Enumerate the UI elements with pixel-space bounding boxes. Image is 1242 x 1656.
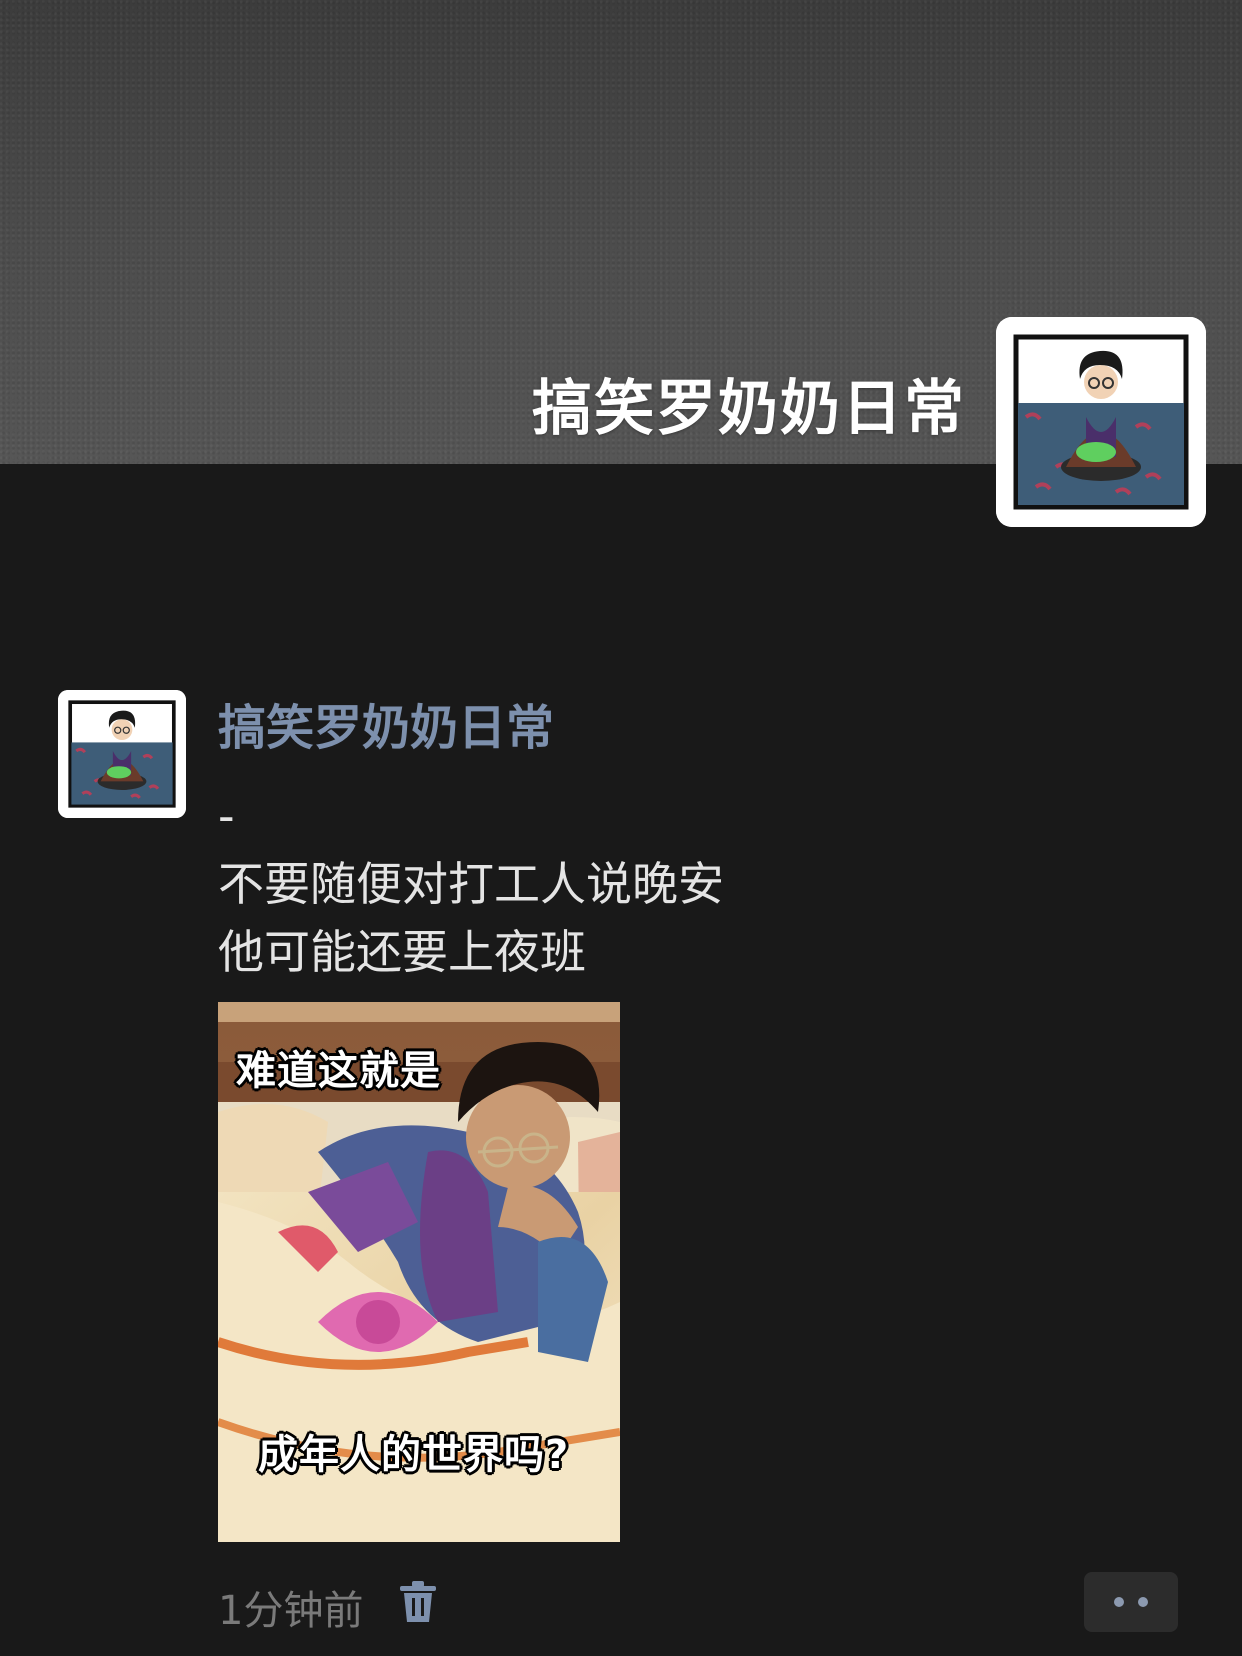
dot <box>1114 1597 1124 1607</box>
profile-name: 搞笑罗奶奶日常 <box>532 374 966 444</box>
more-dots-icon[interactable] <box>1084 1572 1178 1632</box>
image-caption-bottom: 成年人的世界吗? <box>258 1432 570 1478</box>
post-author-avatar[interactable] <box>58 690 186 818</box>
dot <box>1138 1597 1148 1607</box>
post-text: - 不要随便对打工人说晚安 他可能还要上夜班 <box>218 789 724 979</box>
post-timestamp: 1分钟前 <box>218 1588 364 1634</box>
image-caption-top: 难道这就是 <box>236 1048 441 1094</box>
post-image[interactable]: 难道这就是 成年人的世界吗? <box>218 1002 620 1542</box>
post-author-name[interactable]: 搞笑罗奶奶日常 <box>218 688 554 758</box>
trash-icon[interactable] <box>398 1580 438 1624</box>
profile-avatar[interactable] <box>996 317 1206 527</box>
